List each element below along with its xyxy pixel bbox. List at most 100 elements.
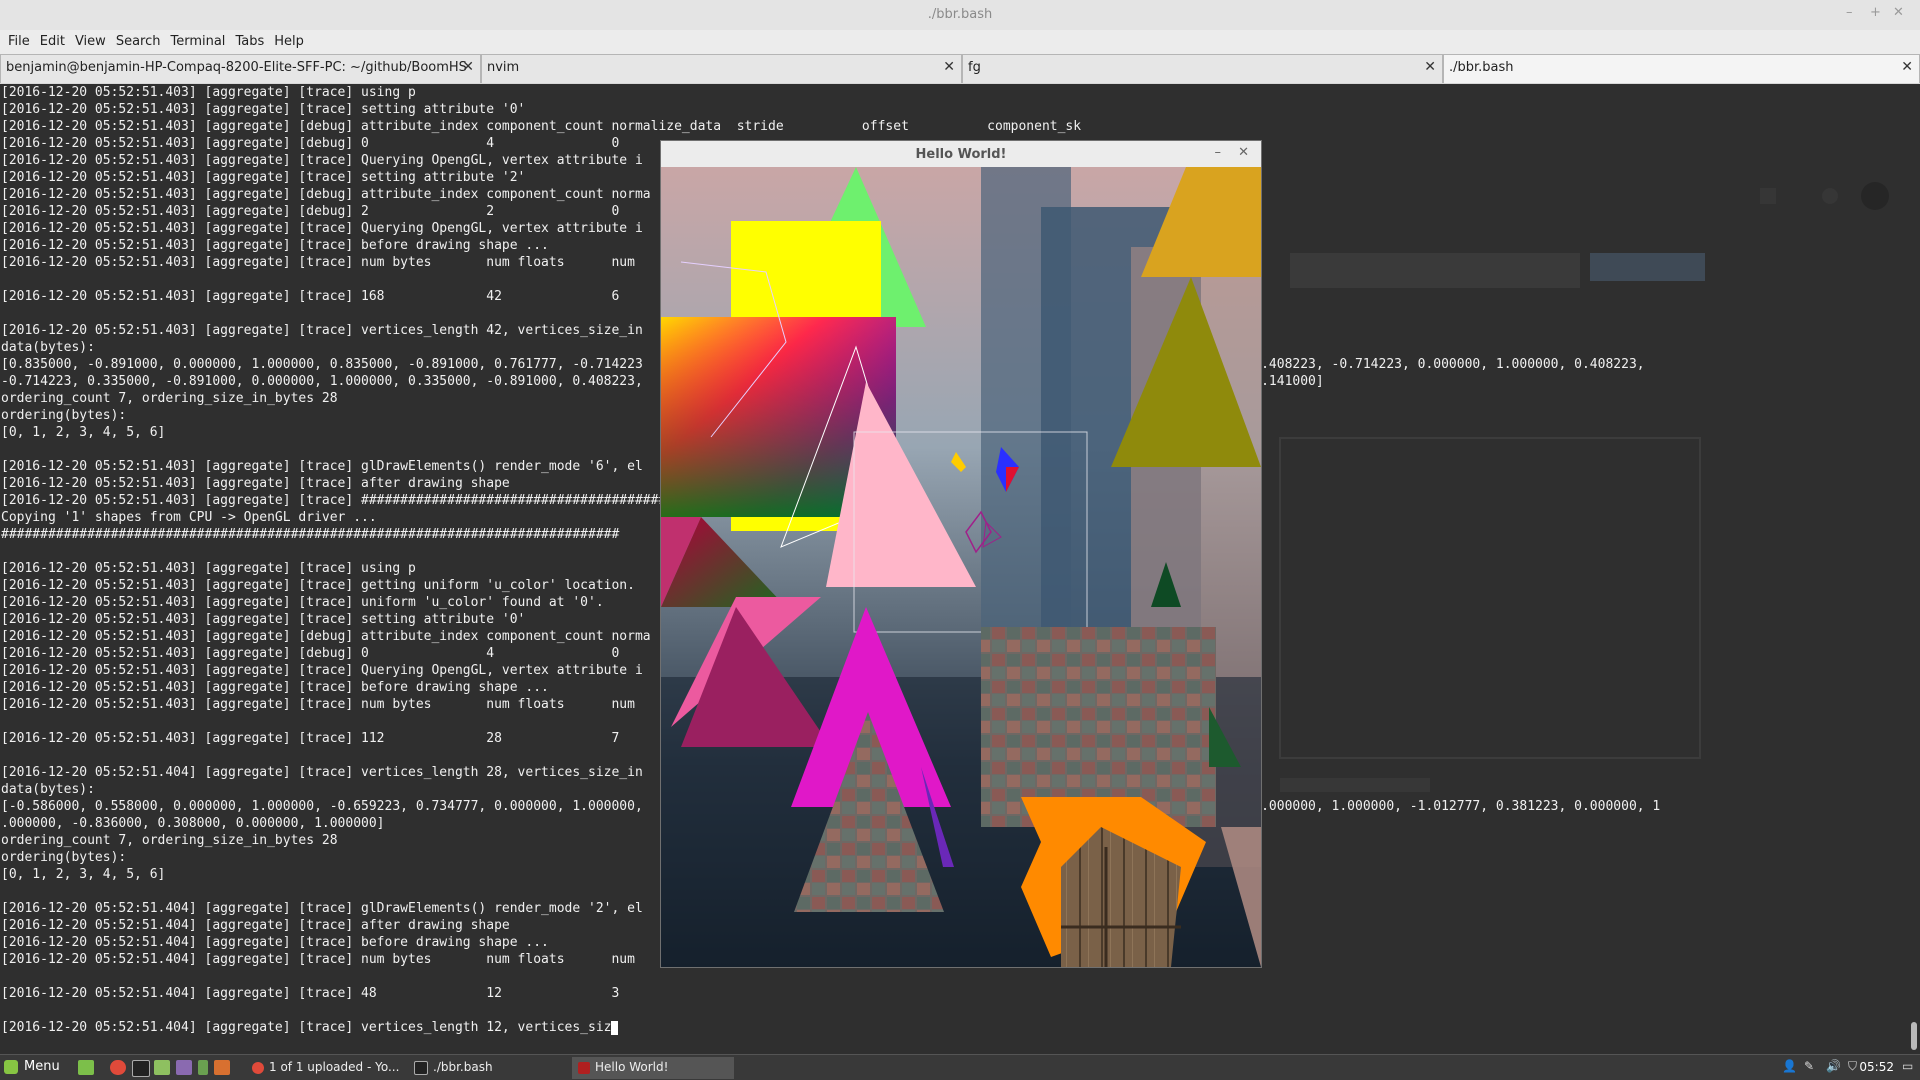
terminal-line: [2016-12-20 05:52:51.403] [aggregate] [t… [1,102,526,117]
minimize-icon[interactable]: – [1215,145,1222,160]
terminal-line: [0, 1, 2, 3, 4, 5, 6] [1,425,166,440]
terminal-line: [2016-12-20 05:52:51.403] [aggregate] [t… [1,697,635,712]
terminal-icon[interactable] [132,1060,150,1077]
terminal-line: ordering(bytes): [1,850,127,865]
show-desktop-tray-icon[interactable]: ▭ [1902,1059,1913,1073]
terminal-line: [2016-12-20 05:52:51.403] [aggregate] [t… [1,680,549,695]
terminal-icon [414,1060,428,1075]
opengl-render-canvas [661,167,1261,967]
terminal-line: [2016-12-20 05:52:51.403] [aggregate] [t… [1,731,620,746]
minimize-icon[interactable]: – [1846,5,1853,20]
app-launcher-icon[interactable] [176,1060,192,1075]
terminal-line: [2016-12-20 05:52:51.404] [aggregate] [t… [1,918,510,933]
taskbar-window-hello-world[interactable]: Hello World! [572,1057,734,1079]
terminal-line: [2016-12-20 05:52:51.403] [aggregate] [d… [1,119,1082,134]
terminal-line: [2016-12-20 05:52:51.403] [aggregate] [d… [1,646,620,661]
close-icon[interactable]: ✕ [1893,5,1904,20]
terminal-line: [2016-12-20 05:52:51.404] [aggregate] [t… [1,1020,612,1035]
terminal-line: [2016-12-20 05:52:51.403] [aggregate] [t… [1,170,526,185]
chrome-icon[interactable] [110,1060,126,1075]
terminal-line: [0, 1, 2, 3, 4, 5, 6] [1,867,166,882]
terminal-line: [2016-12-20 05:52:51.403] [aggregate] [d… [1,629,651,644]
window-titlebar: ./bbr.bash – + ✕ [0,0,1920,30]
terminal-line: [2016-12-20 05:52:51.403] [aggregate] [t… [1,238,549,253]
chrome-icon [252,1061,264,1074]
mint-menu-icon [4,1059,18,1074]
terminal-line: [2016-12-20 05:52:51.403] [aggregate] [t… [1,255,635,270]
maximize-icon[interactable]: + [1870,5,1881,20]
menu-view[interactable]: View [70,33,111,51]
text-editor-icon[interactable] [214,1060,230,1075]
terminal-line: [2016-12-20 05:52:51.403] [aggregate] [t… [1,595,604,610]
tab-close-icon[interactable]: ✕ [1901,59,1913,75]
terminal-line: [2016-12-20 05:52:51.403] [aggregate] [t… [1,476,510,491]
terminal-scrollbar[interactable] [1906,84,1920,1054]
terminal-line: [2016-12-20 05:52:51.403] [aggregate] [t… [1,459,643,474]
terminal-line: [2016-12-20 05:52:51.403] [aggregate] [d… [1,204,620,219]
app-launcher-icon[interactable] [198,1060,208,1075]
terminal-line: ordering(bytes): [1,408,127,423]
hello-world-window[interactable]: Hello World! – ✕ [660,140,1262,968]
terminal-line: [2016-12-20 05:52:51.403] [aggregate] [t… [1,663,643,678]
tab-nvim[interactable]: nvim ✕ [481,54,962,83]
terminal-line: data(bytes): [1,340,95,355]
tab-close-icon[interactable]: ✕ [1424,59,1436,75]
terminal-line: data(bytes): [1,782,95,797]
network-icon[interactable]: ✎ [1804,1059,1814,1073]
terminal-line: Copying '1' shapes from CPU -> OpenGL dr… [1,510,377,525]
tab-bbr-bash[interactable]: ./bbr.bash ✕ [1443,54,1920,83]
terminal-line: [2016-12-20 05:52:51.403] [aggregate] [t… [1,578,635,593]
user-icon[interactable]: 👤 [1782,1059,1797,1073]
tab-fg[interactable]: fg ✕ [962,54,1443,83]
tab-label: fg [968,60,981,75]
terminal-cursor [611,1020,619,1035]
menu-file[interactable]: File [3,33,35,51]
terminal-line: [2016-12-20 05:52:51.403] [aggregate] [t… [1,612,526,627]
menu-edit[interactable]: Edit [35,33,70,51]
file-manager-icon[interactable] [154,1060,170,1075]
terminal-line: [2016-12-20 05:52:51.404] [aggregate] [t… [1,952,635,967]
terminal-line: [2016-12-20 05:52:51.403] [aggregate] [t… [1,493,690,508]
volume-icon[interactable]: 🔊 [1826,1059,1841,1073]
scrollbar-thumb[interactable] [1911,1022,1917,1050]
tab-boomhs[interactable]: benjamin@benjamin-HP-Compaq-8200-Elite-S… [0,54,481,83]
terminal-line: [2016-12-20 05:52:51.403] [aggregate] [t… [1,221,643,236]
start-menu-button[interactable]: Menu [4,1059,60,1074]
tab-label: ./bbr.bash [1449,60,1514,75]
taskbar-window-label: 1 of 1 uploaded - Yo... [269,1060,400,1074]
terminal-line: [2016-12-20 05:52:51.403] [aggregate] [t… [1,153,643,168]
terminal-line: [2016-12-20 05:52:51.403] [aggregate] [t… [1,289,620,304]
terminal-line: [2016-12-20 05:52:51.404] [aggregate] [t… [1,935,549,950]
terminal-line: [2016-12-20 05:52:51.403] [aggregate] [d… [1,187,651,202]
hello-world-titlebar: Hello World! – ✕ [661,141,1261,167]
close-icon[interactable]: ✕ [1238,145,1249,160]
menu-help[interactable]: Help [269,33,309,51]
menu-tabs[interactable]: Tabs [230,33,269,51]
hello-world-title: Hello World! [915,147,1007,162]
menu-search[interactable]: Search [111,33,166,51]
tab-label: nvim [487,60,520,75]
terminal-line: ordering_count 7, ordering_size_in_bytes… [1,391,338,406]
taskbar-window-label: Hello World! [595,1060,669,1074]
terminal-tabbar: benjamin@benjamin-HP-Compaq-8200-Elite-S… [0,54,1920,84]
terminal-line: [2016-12-20 05:52:51.404] [aggregate] [t… [1,986,620,1001]
show-desktop-icon[interactable] [78,1060,94,1075]
tab-close-icon[interactable]: ✕ [943,59,955,75]
menubar: File Edit View Search Terminal Tabs Help [0,30,1920,54]
shield-icon[interactable]: ⛉ [1848,1059,1857,1074]
opengl-window-icon [578,1061,590,1074]
taskbar-window-browser[interactable]: 1 of 1 uploaded - Yo... [246,1057,408,1079]
terminal-line: [2016-12-20 05:52:51.403] [aggregate] [t… [1,561,416,576]
menu-terminal[interactable]: Terminal [165,33,230,51]
terminal-line: [2016-12-20 05:52:51.403] [aggregate] [t… [1,85,416,100]
terminal-line: [2016-12-20 05:52:51.404] [aggregate] [t… [1,901,643,916]
clock: 05:52 [1859,1060,1894,1074]
terminal-line: .000000, -0.836000, 0.308000, 0.000000, … [1,816,385,831]
tab-close-icon[interactable]: ✕ [462,59,474,75]
taskbar: Menu 1 of 1 uploaded - Yo... ./bbr.bash … [0,1054,1920,1080]
taskbar-window-terminal[interactable]: ./bbr.bash [408,1057,570,1079]
tab-label: benjamin@benjamin-HP-Compaq-8200-Elite-S… [6,60,467,75]
window-title: ./bbr.bash [927,7,993,22]
taskbar-window-label: ./bbr.bash [433,1060,493,1074]
terminal-line: [2016-12-20 05:52:51.404] [aggregate] [t… [1,765,643,780]
